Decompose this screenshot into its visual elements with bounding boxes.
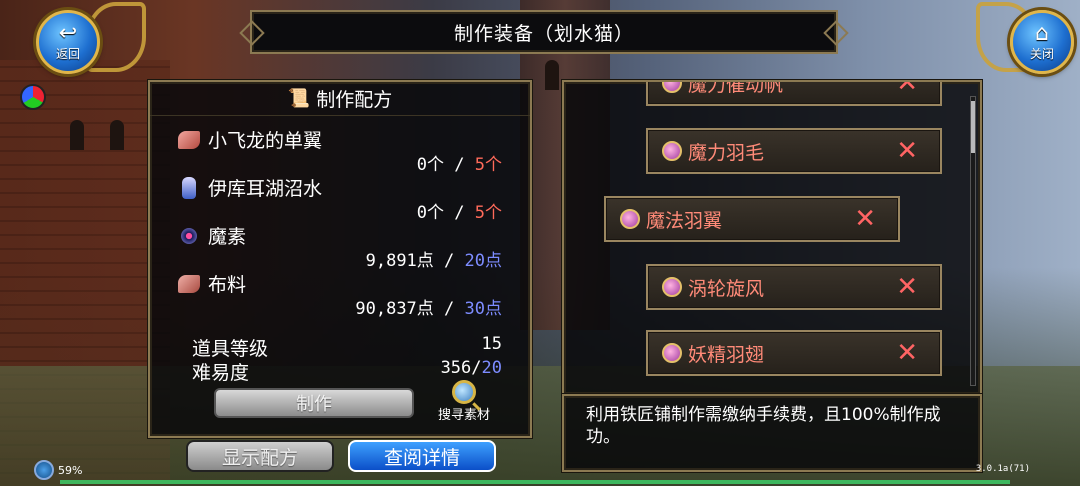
search-materials-label: 搜寻素材 [437,408,490,423]
window-title: 制作装备（划水猫） [453,22,634,45]
remove-icon[interactable]: ✕ [854,204,876,234]
magic-orb-icon [662,82,682,93]
status-indicator: 59% [34,460,82,480]
remove-icon[interactable]: ✕ [896,338,918,368]
list-item[interactable]: 涡轮旋风 ✕ [646,264,942,310]
difficulty-need: 20 [481,358,502,378]
difficulty-value: 356/20 [441,358,502,378]
version-label: 3.0.1a(71) [975,464,1030,474]
list-item-label: 魔力催动帆 [688,80,784,96]
item-level-row: 道具等级 15 [192,334,502,360]
background-window [545,60,559,90]
difficulty-label: 难易度 [192,362,250,384]
material-name: 魔素 [208,226,247,248]
material-name: 伊库耳湖沼水 [208,178,323,200]
window-title-bar: 制作装备（划水猫） [250,10,838,54]
difficulty-row: 难易度 356/20 [192,358,502,384]
list-item[interactable]: 魔力羽毛 ✕ [646,128,942,174]
recipe-title: 制作配方 [316,89,393,111]
recipe-header: 📜 制作配方 [150,82,530,116]
magnifier-icon [452,380,476,404]
material-separator: / [433,299,465,319]
recipe-panel: 📜 制作配方 小飞龙的单翼 0个 / 5个 伊库耳湖沼水 0个 / 5个 魔素 … [148,80,532,438]
remove-icon[interactable]: ✕ [896,272,918,302]
list-item-label: 魔力羽毛 [688,141,765,164]
material-have: 9,891点 [365,251,434,271]
material-quantity: 9,891点 / 20点 [366,246,502,271]
return-arrow-icon: ↩ [58,20,78,46]
item-level-value: 15 [481,334,502,354]
description-text: 利用铁匠铺制作需缴纳手续费，且100%制作成功。 [586,405,941,447]
make-button[interactable]: 制作 [214,388,414,418]
material-separator: / [433,251,465,271]
list-item-selected[interactable]: 魔法羽翼 ✕ [604,196,900,242]
background-window [110,120,124,150]
recipe-scroll-icon: 📜 [287,88,311,109]
list-scroll-thumb[interactable] [971,101,975,153]
experience-bar [60,480,1010,484]
material-have: 0个 [416,155,445,175]
magic-orb-icon [662,277,682,297]
material-have: 90,837点 [355,299,434,319]
list-scrollbar[interactable] [970,96,976,386]
material-quantity: 0个 / 5个 [417,198,502,223]
list-item[interactable]: 魔力催动帆 ✕ [646,80,942,106]
material-row: 伊库耳湖沼水 0个 / 5个 [178,174,502,223]
description-panel: 利用铁匠铺制作需缴纳手续费，且100%制作成功。 [562,394,982,472]
material-quantity: 0个 / 5个 [417,150,502,175]
item-level-label: 道具等级 [192,338,269,360]
list-item-label: 妖精羽翅 [688,343,765,366]
home-icon: ⌂ [1035,20,1049,46]
water-flask-icon [182,176,196,199]
list-item-label: 魔法羽翼 [646,209,723,232]
battery-percent: 59% [58,463,83,477]
back-button-label: 返回 [55,46,80,61]
material-separator: / [444,203,475,223]
material-have: 0个 [416,203,445,223]
cloth-icon [178,274,200,293]
material-separator: / [444,155,475,175]
magic-orb-icon [620,209,640,229]
material-need: 5个 [474,203,502,223]
material-quantity: 90,837点 / 30点 [355,294,502,319]
wing-feather-icon [178,130,200,149]
material-row: 布料 90,837点 / 30点 [178,270,502,319]
system-gear-icon[interactable] [34,460,54,480]
equipment-list-panel: 魔力催动帆 ✕ 魔力羽毛 ✕ 魔法羽翼 ✕ 涡轮旋风 ✕ 妖精羽翅 ✕ [562,80,982,396]
close-button-label: 关闭 [1029,46,1054,61]
magic-orb-icon [662,343,682,363]
material-need: 5个 [474,155,502,175]
view-detail-button[interactable]: 查阅详情 [348,440,496,472]
difficulty-have: 356/ [440,358,482,378]
mana-orb-icon [181,227,197,244]
back-button[interactable]: ↩ 返回 [36,10,100,74]
search-materials-button[interactable]: 搜寻素材 [432,380,496,423]
app-menu-icon[interactable] [20,84,46,110]
material-row: 小飞龙的单翼 0个 / 5个 [178,126,502,175]
close-button[interactable]: ⌂ 关闭 [1010,10,1074,74]
material-name: 小飞龙的单翼 [208,130,323,152]
magic-orb-icon [662,141,682,161]
material-need: 30点 [464,299,502,319]
material-name: 布料 [208,274,247,296]
remove-icon[interactable]: ✕ [896,82,918,98]
material-row: 魔素 9,891点 / 20点 [178,222,502,271]
material-need: 20点 [464,251,502,271]
list-item[interactable]: 妖精羽翅 ✕ [646,330,942,376]
show-recipe-button[interactable]: 显示配方 [186,440,334,472]
background-window [70,120,84,150]
remove-icon[interactable]: ✕ [896,136,918,166]
list-item-label: 涡轮旋风 [688,277,765,300]
